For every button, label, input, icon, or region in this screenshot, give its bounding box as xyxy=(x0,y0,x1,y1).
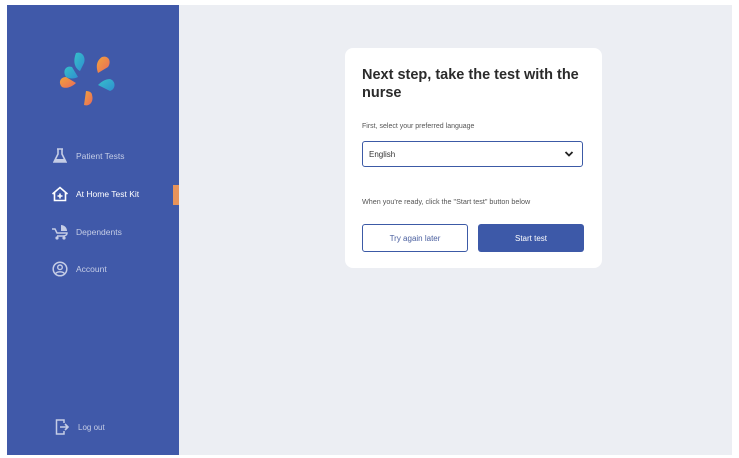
logout-button[interactable]: Log out xyxy=(55,417,105,437)
logout-icon xyxy=(55,418,71,436)
language-select-value: English xyxy=(369,149,396,159)
sidebar-item-dependents[interactable]: Dependents xyxy=(51,222,122,242)
sidebar-item-account[interactable]: Account xyxy=(51,259,107,279)
sidebar-item-label: Patient Tests xyxy=(76,151,125,161)
active-indicator xyxy=(173,185,179,205)
sidebar-item-label: Dependents xyxy=(76,227,122,237)
language-select[interactable]: English xyxy=(362,141,583,167)
stroller-icon xyxy=(51,223,69,241)
sidebar-item-patient-tests[interactable]: Patient Tests xyxy=(51,146,125,166)
chevron-down-icon xyxy=(564,151,574,157)
user-circle-icon xyxy=(51,260,69,278)
try-again-later-button[interactable]: Try again later xyxy=(362,224,468,252)
home-plus-icon xyxy=(51,185,69,203)
card-title: Next step, take the test with the nurse xyxy=(362,67,579,101)
ready-instructions: When you're ready, click the "Start test… xyxy=(362,197,531,206)
star-logo xyxy=(59,52,115,106)
language-label: First, select your preferred language xyxy=(362,123,475,130)
start-test-button[interactable]: Start test xyxy=(478,224,584,252)
sidebar-item-label: Account xyxy=(76,264,107,274)
app-frame: Patient Tests At Home Test Kit Dependent… xyxy=(7,5,732,455)
sidebar-item-at-home-test-kit[interactable]: At Home Test Kit xyxy=(51,184,139,204)
flask-icon xyxy=(51,147,69,165)
sidebar: Patient Tests At Home Test Kit Dependent… xyxy=(7,5,179,455)
sidebar-item-label: At Home Test Kit xyxy=(76,189,140,199)
logout-label: Log out xyxy=(78,422,105,432)
test-card: Next step, take the test with the nurse … xyxy=(345,48,602,268)
